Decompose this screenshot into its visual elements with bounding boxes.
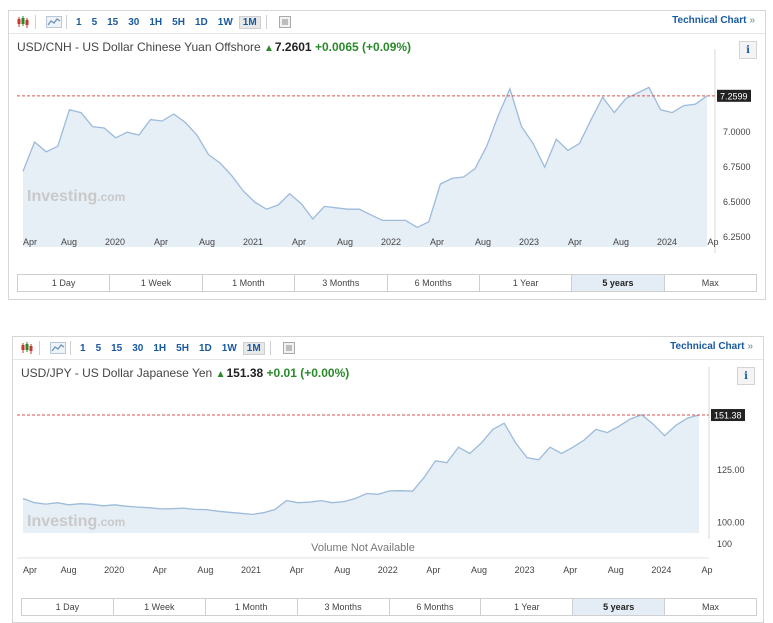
x-tick-label: 2020 xyxy=(105,237,125,247)
volume-not-available: Volume Not Available xyxy=(311,542,415,554)
period-button[interactable]: 1 Day xyxy=(18,275,111,291)
area-fill xyxy=(23,87,707,248)
period-button[interactable]: 1 Week xyxy=(114,599,206,615)
x-tick-label: Ap xyxy=(707,237,718,247)
period-button[interactable]: 1 Year xyxy=(481,599,574,615)
x-tick-label: Apr xyxy=(292,237,306,247)
x-tick-label: Ap xyxy=(701,565,712,575)
period-button[interactable]: 1 Year xyxy=(480,275,573,291)
watermark-brand: Investing.com xyxy=(27,513,125,530)
x-tick-label: Aug xyxy=(197,565,213,575)
watermark-suffix: .com xyxy=(97,190,125,204)
x-tick-label: 2021 xyxy=(243,237,263,247)
y-tick-label: 7.0000 xyxy=(723,127,751,137)
price-chart: Investing.com 100.00 125.00 151.38 Apr Aug 202… xyxy=(17,367,745,575)
period-button[interactable]: 1 Day xyxy=(22,599,114,615)
x-tick-label: 2024 xyxy=(657,237,677,247)
x-tick-label: 2021 xyxy=(241,565,261,575)
x-tick-label: Aug xyxy=(61,237,77,247)
x-tick-label: Aug xyxy=(334,565,350,575)
x-tick-label: Apr xyxy=(426,565,440,575)
period-button[interactable]: 6 Months xyxy=(388,275,480,291)
chart-panel-usdjpy: 1 5 15 30 1H 5H 1D 1W 1M Technical Chart» USD/JP… xyxy=(12,336,764,623)
volume-axis-label: 100 xyxy=(717,539,732,549)
price-chart: Investing.com 6.2500 6.5000 6.7500 7.0000 7.2… xyxy=(17,49,751,253)
x-tick-label: 2020 xyxy=(104,565,124,575)
x-tick-label: Apr xyxy=(568,237,582,247)
period-selector: 1 Day 1 Week 1 Month 3 Months 6 Months 1 Year… xyxy=(21,598,757,616)
period-button[interactable]: 3 Months xyxy=(295,275,388,291)
x-tick-label: 2022 xyxy=(378,565,398,575)
x-tick-label: Apr xyxy=(23,237,37,247)
y-tick-label: 100.00 xyxy=(717,518,745,528)
x-tick-label: Apr xyxy=(430,237,444,247)
x-tick-label: Apr xyxy=(154,237,168,247)
period-button[interactable]: 1 Month xyxy=(206,599,298,615)
period-button[interactable]: 1 Week xyxy=(110,275,203,291)
chart-panel-usdcnh: 1 5 15 30 1H 5H 1D 1W 1M Technical Chart» USD/CN… xyxy=(8,10,766,300)
x-tick-label: Aug xyxy=(61,565,77,575)
y-tick-label: 6.2500 xyxy=(723,232,751,242)
x-tick-label: 2024 xyxy=(651,565,671,575)
y-tick-label: 6.7500 xyxy=(723,162,751,172)
x-tick-label: 2023 xyxy=(515,565,535,575)
period-selector: 1 Day 1 Week 1 Month 3 Months 6 Months 1 Year… xyxy=(17,274,757,292)
x-tick-label: 2022 xyxy=(381,237,401,247)
x-tick-label: Apr xyxy=(563,565,577,575)
period-button[interactable]: 3 Months xyxy=(298,599,390,615)
period-button[interactable]: 5 years xyxy=(573,599,666,615)
period-button[interactable]: 5 years xyxy=(572,275,665,291)
x-tick-label: Apr xyxy=(290,565,304,575)
period-button[interactable]: 6 Months xyxy=(390,599,482,615)
x-tick-label: Aug xyxy=(471,565,487,575)
x-tick-label: Aug xyxy=(475,237,491,247)
y-tick-label: 6.5000 xyxy=(723,197,751,207)
period-button[interactable]: Max xyxy=(665,599,756,615)
y-tick-label: 125.00 xyxy=(717,465,745,475)
x-tick-label: Aug xyxy=(199,237,215,247)
x-tick-label: Aug xyxy=(613,237,629,247)
watermark-brand: Investing.com xyxy=(27,188,125,205)
x-tick-label: Aug xyxy=(337,237,353,247)
last-price-label: 7.2599 xyxy=(720,91,748,101)
x-tick-label: 2023 xyxy=(519,237,539,247)
x-tick-label: Apr xyxy=(153,565,167,575)
last-price-label: 151.38 xyxy=(714,411,742,421)
period-button[interactable]: Max xyxy=(665,275,756,291)
x-tick-label: Aug xyxy=(608,565,624,575)
watermark-suffix: .com xyxy=(97,515,125,529)
period-button[interactable]: 1 Month xyxy=(203,275,296,291)
x-tick-label: Apr xyxy=(23,565,37,575)
